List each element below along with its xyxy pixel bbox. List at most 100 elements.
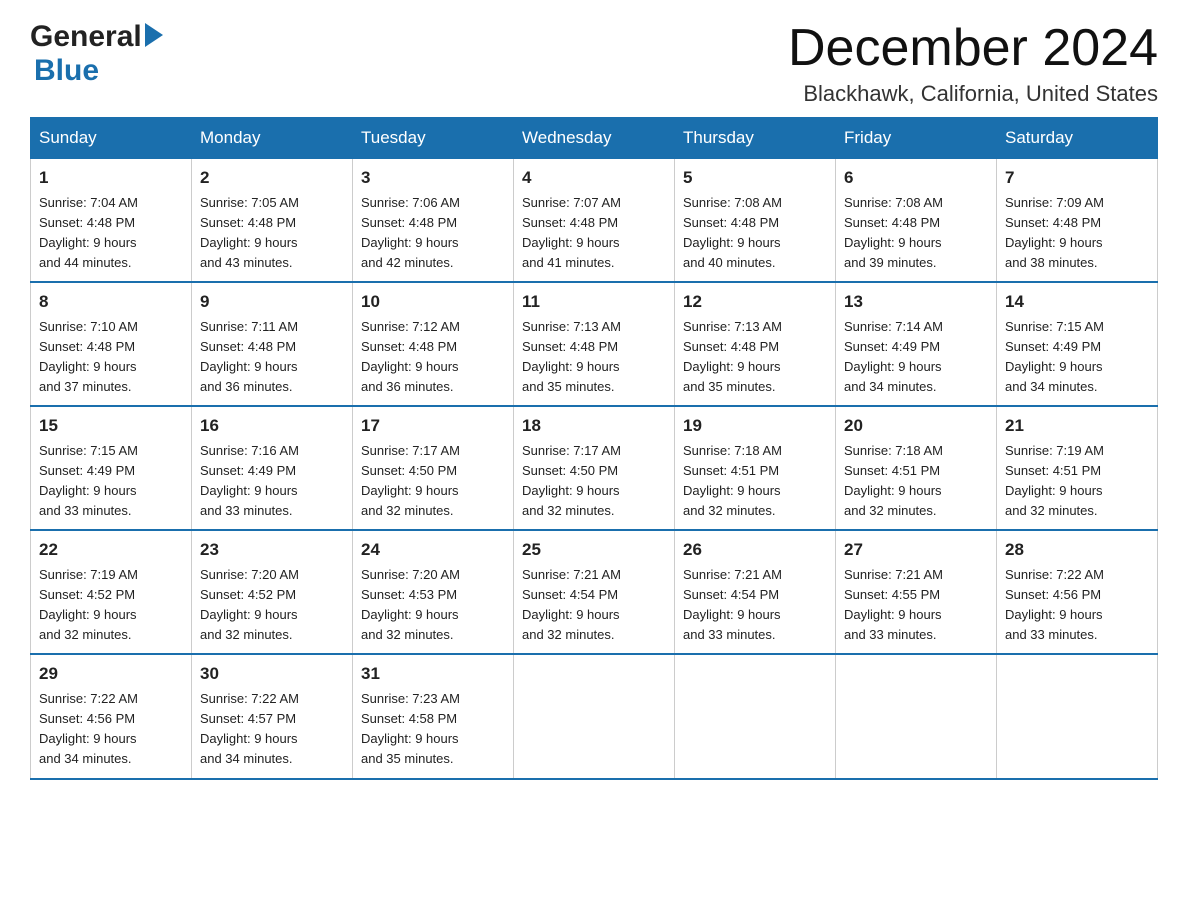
cell-info: Sunrise: 7:10 AMSunset: 4:48 PMDaylight:… — [39, 317, 183, 398]
day-of-week-header: Wednesday — [514, 118, 675, 159]
calendar-cell: 6 Sunrise: 7:08 AMSunset: 4:48 PMDayligh… — [836, 159, 997, 283]
calendar-cell: 29 Sunrise: 7:22 AMSunset: 4:56 PMDaylig… — [31, 654, 192, 778]
cell-info: Sunrise: 7:16 AMSunset: 4:49 PMDaylight:… — [200, 441, 344, 522]
calendar-week-row: 29 Sunrise: 7:22 AMSunset: 4:56 PMDaylig… — [31, 654, 1158, 778]
cell-info: Sunrise: 7:04 AMSunset: 4:48 PMDaylight:… — [39, 193, 183, 274]
day-of-week-header: Saturday — [997, 118, 1158, 159]
cell-info: Sunrise: 7:23 AMSunset: 4:58 PMDaylight:… — [361, 689, 505, 770]
logo-general-text: General — [30, 20, 142, 54]
cell-info: Sunrise: 7:22 AMSunset: 4:57 PMDaylight:… — [200, 689, 344, 770]
calendar-cell — [836, 654, 997, 778]
page-header: General Blue December 2024 Blackhawk, Ca… — [30, 20, 1158, 107]
cell-info: Sunrise: 7:15 AMSunset: 4:49 PMDaylight:… — [1005, 317, 1149, 398]
cell-day-number: 16 — [200, 413, 344, 439]
cell-day-number: 25 — [522, 537, 666, 563]
calendar-cell: 4 Sunrise: 7:07 AMSunset: 4:48 PMDayligh… — [514, 159, 675, 283]
cell-day-number: 17 — [361, 413, 505, 439]
calendar-cell: 5 Sunrise: 7:08 AMSunset: 4:48 PMDayligh… — [675, 159, 836, 283]
cell-info: Sunrise: 7:18 AMSunset: 4:51 PMDaylight:… — [683, 441, 827, 522]
cell-info: Sunrise: 7:07 AMSunset: 4:48 PMDaylight:… — [522, 193, 666, 274]
cell-info: Sunrise: 7:09 AMSunset: 4:48 PMDaylight:… — [1005, 193, 1149, 274]
calendar-week-row: 22 Sunrise: 7:19 AMSunset: 4:52 PMDaylig… — [31, 530, 1158, 654]
calendar-cell: 25 Sunrise: 7:21 AMSunset: 4:54 PMDaylig… — [514, 530, 675, 654]
title-area: December 2024 Blackhawk, California, Uni… — [788, 20, 1158, 107]
day-of-week-header: Sunday — [31, 118, 192, 159]
calendar-cell: 1 Sunrise: 7:04 AMSunset: 4:48 PMDayligh… — [31, 159, 192, 283]
cell-day-number: 11 — [522, 289, 666, 315]
cell-info: Sunrise: 7:11 AMSunset: 4:48 PMDaylight:… — [200, 317, 344, 398]
cell-day-number: 2 — [200, 165, 344, 191]
logo: General Blue — [30, 20, 163, 88]
cell-info: Sunrise: 7:12 AMSunset: 4:48 PMDaylight:… — [361, 317, 505, 398]
calendar-cell: 14 Sunrise: 7:15 AMSunset: 4:49 PMDaylig… — [997, 282, 1158, 406]
calendar-cell: 18 Sunrise: 7:17 AMSunset: 4:50 PMDaylig… — [514, 406, 675, 530]
calendar-table: SundayMondayTuesdayWednesdayThursdayFrid… — [30, 117, 1158, 779]
page-title: December 2024 — [788, 20, 1158, 77]
calendar-cell: 10 Sunrise: 7:12 AMSunset: 4:48 PMDaylig… — [353, 282, 514, 406]
cell-info: Sunrise: 7:21 AMSunset: 4:54 PMDaylight:… — [683, 565, 827, 646]
calendar-cell: 28 Sunrise: 7:22 AMSunset: 4:56 PMDaylig… — [997, 530, 1158, 654]
cell-info: Sunrise: 7:19 AMSunset: 4:52 PMDaylight:… — [39, 565, 183, 646]
cell-day-number: 8 — [39, 289, 183, 315]
cell-day-number: 14 — [1005, 289, 1149, 315]
cell-info: Sunrise: 7:08 AMSunset: 4:48 PMDaylight:… — [844, 193, 988, 274]
cell-day-number: 30 — [200, 661, 344, 687]
cell-day-number: 26 — [683, 537, 827, 563]
calendar-cell — [997, 654, 1158, 778]
calendar-cell: 24 Sunrise: 7:20 AMSunset: 4:53 PMDaylig… — [353, 530, 514, 654]
cell-day-number: 24 — [361, 537, 505, 563]
logo-blue-text: Blue — [34, 54, 163, 88]
calendar-cell: 20 Sunrise: 7:18 AMSunset: 4:51 PMDaylig… — [836, 406, 997, 530]
cell-day-number: 23 — [200, 537, 344, 563]
calendar-cell: 22 Sunrise: 7:19 AMSunset: 4:52 PMDaylig… — [31, 530, 192, 654]
cell-info: Sunrise: 7:21 AMSunset: 4:54 PMDaylight:… — [522, 565, 666, 646]
calendar-cell: 19 Sunrise: 7:18 AMSunset: 4:51 PMDaylig… — [675, 406, 836, 530]
cell-day-number: 4 — [522, 165, 666, 191]
calendar-cell: 13 Sunrise: 7:14 AMSunset: 4:49 PMDaylig… — [836, 282, 997, 406]
cell-info: Sunrise: 7:18 AMSunset: 4:51 PMDaylight:… — [844, 441, 988, 522]
cell-day-number: 31 — [361, 661, 505, 687]
calendar-cell: 8 Sunrise: 7:10 AMSunset: 4:48 PMDayligh… — [31, 282, 192, 406]
calendar-week-row: 15 Sunrise: 7:15 AMSunset: 4:49 PMDaylig… — [31, 406, 1158, 530]
cell-day-number: 9 — [200, 289, 344, 315]
calendar-cell: 15 Sunrise: 7:15 AMSunset: 4:49 PMDaylig… — [31, 406, 192, 530]
calendar-cell: 12 Sunrise: 7:13 AMSunset: 4:48 PMDaylig… — [675, 282, 836, 406]
calendar-cell: 2 Sunrise: 7:05 AMSunset: 4:48 PMDayligh… — [192, 159, 353, 283]
cell-day-number: 3 — [361, 165, 505, 191]
cell-info: Sunrise: 7:06 AMSunset: 4:48 PMDaylight:… — [361, 193, 505, 274]
day-of-week-header: Thursday — [675, 118, 836, 159]
calendar-cell — [514, 654, 675, 778]
cell-info: Sunrise: 7:14 AMSunset: 4:49 PMDaylight:… — [844, 317, 988, 398]
cell-info: Sunrise: 7:05 AMSunset: 4:48 PMDaylight:… — [200, 193, 344, 274]
calendar-cell: 30 Sunrise: 7:22 AMSunset: 4:57 PMDaylig… — [192, 654, 353, 778]
cell-day-number: 7 — [1005, 165, 1149, 191]
cell-info: Sunrise: 7:17 AMSunset: 4:50 PMDaylight:… — [361, 441, 505, 522]
cell-info: Sunrise: 7:19 AMSunset: 4:51 PMDaylight:… — [1005, 441, 1149, 522]
day-of-week-header: Tuesday — [353, 118, 514, 159]
cell-day-number: 20 — [844, 413, 988, 439]
calendar-cell — [675, 654, 836, 778]
page-subtitle: Blackhawk, California, United States — [788, 81, 1158, 107]
cell-info: Sunrise: 7:13 AMSunset: 4:48 PMDaylight:… — [683, 317, 827, 398]
cell-day-number: 15 — [39, 413, 183, 439]
calendar-cell: 16 Sunrise: 7:16 AMSunset: 4:49 PMDaylig… — [192, 406, 353, 530]
cell-info: Sunrise: 7:13 AMSunset: 4:48 PMDaylight:… — [522, 317, 666, 398]
calendar-cell: 17 Sunrise: 7:17 AMSunset: 4:50 PMDaylig… — [353, 406, 514, 530]
calendar-cell: 23 Sunrise: 7:20 AMSunset: 4:52 PMDaylig… — [192, 530, 353, 654]
cell-info: Sunrise: 7:20 AMSunset: 4:52 PMDaylight:… — [200, 565, 344, 646]
cell-info: Sunrise: 7:22 AMSunset: 4:56 PMDaylight:… — [39, 689, 183, 770]
calendar-cell: 11 Sunrise: 7:13 AMSunset: 4:48 PMDaylig… — [514, 282, 675, 406]
cell-day-number: 29 — [39, 661, 183, 687]
cell-day-number: 18 — [522, 413, 666, 439]
cell-info: Sunrise: 7:22 AMSunset: 4:56 PMDaylight:… — [1005, 565, 1149, 646]
cell-day-number: 21 — [1005, 413, 1149, 439]
calendar-cell: 9 Sunrise: 7:11 AMSunset: 4:48 PMDayligh… — [192, 282, 353, 406]
cell-day-number: 13 — [844, 289, 988, 315]
cell-day-number: 12 — [683, 289, 827, 315]
logo-arrow-icon — [145, 23, 163, 47]
cell-info: Sunrise: 7:21 AMSunset: 4:55 PMDaylight:… — [844, 565, 988, 646]
calendar-header-row: SundayMondayTuesdayWednesdayThursdayFrid… — [31, 118, 1158, 159]
calendar-week-row: 1 Sunrise: 7:04 AMSunset: 4:48 PMDayligh… — [31, 159, 1158, 283]
cell-info: Sunrise: 7:08 AMSunset: 4:48 PMDaylight:… — [683, 193, 827, 274]
cell-info: Sunrise: 7:20 AMSunset: 4:53 PMDaylight:… — [361, 565, 505, 646]
